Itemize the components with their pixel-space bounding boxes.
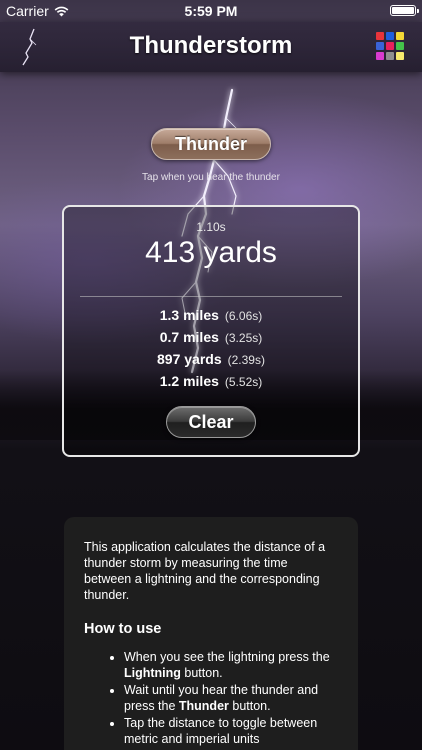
apps-icon-square	[376, 32, 384, 40]
step-text: button.	[180, 666, 223, 680]
history-list: 1.3 miles (6.06s) 0.7 miles (3.25s) 897 …	[64, 307, 358, 395]
history-time: (5.52s)	[224, 375, 263, 389]
history-time: (3.25s)	[224, 331, 263, 345]
apps-icon-square	[386, 52, 394, 60]
elapsed-time: 1.10s	[196, 220, 226, 234]
page-title: Thunderstorm	[129, 32, 293, 59]
history-time: (6.06s)	[224, 309, 263, 323]
divider	[80, 296, 342, 297]
howto-step: Wait until you hear the thunder and pres…	[124, 682, 338, 714]
step-bold-text: Thunder	[178, 699, 229, 713]
info-panel: This application calculates the distance…	[64, 517, 358, 750]
nav-bar: Thunderstorm	[0, 22, 422, 72]
history-row[interactable]: 897 yards (2.39s)	[64, 351, 358, 373]
apps-icon-square	[386, 42, 394, 50]
apps-icon-square	[376, 42, 384, 50]
tap-hint-text: Tap when you hear the thunder	[142, 172, 280, 183]
apps-icon-square	[396, 52, 404, 60]
howto-list: When you see the lightning press the Lig…	[84, 649, 338, 747]
apps-icon-square	[396, 32, 404, 40]
history-row[interactable]: 1.3 miles (6.06s)	[64, 307, 358, 329]
status-bar: Carrier 5:59 PM	[0, 0, 422, 22]
app-screen: Carrier 5:59 PM Thunderstorm Thunder Tap…	[0, 0, 422, 750]
step-text: button.	[228, 699, 271, 713]
step-bold-text: Lightning	[124, 666, 181, 680]
history-row[interactable]: 0.7 miles (3.25s)	[64, 329, 358, 351]
clear-button[interactable]: Clear	[166, 406, 256, 438]
step-text: Tap the distance to toggle between metri…	[124, 716, 318, 746]
app-description: This application calculates the distance…	[84, 540, 326, 602]
status-time: 5:59 PM	[184, 3, 238, 19]
apps-icon-square	[376, 52, 384, 60]
battery-icon	[390, 5, 419, 16]
apps-icon-square	[386, 32, 394, 40]
howto-step: Tap the distance to toggle between metri…	[124, 715, 338, 747]
result-card: 1.10s 413 yards 1.3 miles (6.06s) 0.7 mi…	[62, 205, 360, 457]
history-distance: 0.7 miles	[159, 329, 219, 345]
history-distance: 1.3 miles	[159, 307, 219, 323]
history-time: (2.39s)	[227, 353, 265, 367]
howto-heading: How to use	[84, 621, 162, 637]
step-text: When you see the lightning press the	[124, 650, 330, 664]
history-row[interactable]: 1.2 miles (5.52s)	[64, 373, 358, 395]
howto-step: When you see the lightning press the Lig…	[124, 649, 338, 681]
thunder-button[interactable]: Thunder	[151, 128, 271, 160]
history-distance: 1.2 miles	[159, 373, 219, 389]
distance-value[interactable]: 413 yards	[64, 236, 358, 270]
apps-icon-square	[396, 42, 404, 50]
history-distance: 897 yards	[157, 351, 222, 367]
more-apps-icon[interactable]	[375, 31, 405, 61]
